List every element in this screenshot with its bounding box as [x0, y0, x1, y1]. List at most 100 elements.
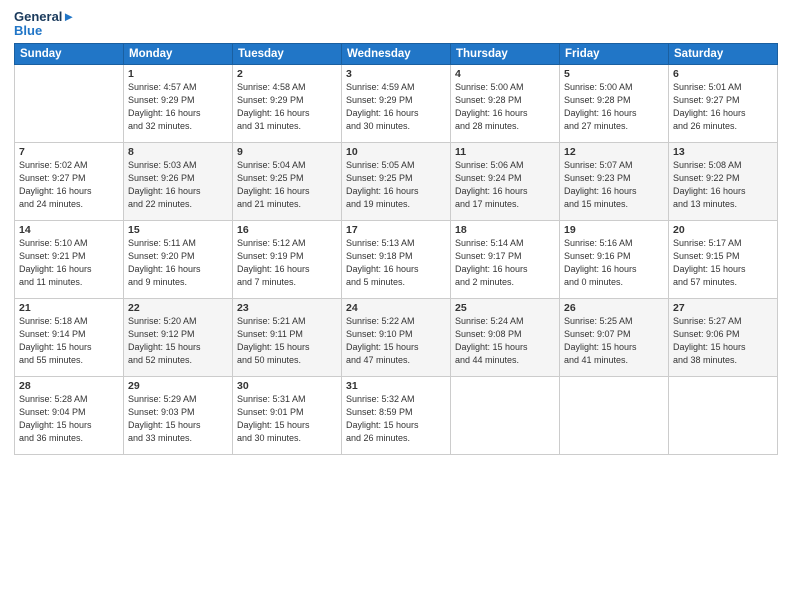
calendar-cell: 28Sunrise: 5:28 AM Sunset: 9:04 PM Dayli…: [15, 376, 124, 454]
calendar-cell: 4Sunrise: 5:00 AM Sunset: 9:28 PM Daylig…: [451, 64, 560, 142]
calendar-cell: 5Sunrise: 5:00 AM Sunset: 9:28 PM Daylig…: [560, 64, 669, 142]
day-info: Sunrise: 5:06 AM Sunset: 9:24 PM Dayligh…: [455, 159, 555, 211]
day-info: Sunrise: 5:14 AM Sunset: 9:17 PM Dayligh…: [455, 237, 555, 289]
day-number: 3: [346, 68, 446, 80]
calendar-cell: 24Sunrise: 5:22 AM Sunset: 9:10 PM Dayli…: [342, 298, 451, 376]
calendar-cell: 23Sunrise: 5:21 AM Sunset: 9:11 PM Dayli…: [233, 298, 342, 376]
day-number: 15: [128, 224, 228, 236]
calendar-cell: 6Sunrise: 5:01 AM Sunset: 9:27 PM Daylig…: [669, 64, 778, 142]
day-info: Sunrise: 5:29 AM Sunset: 9:03 PM Dayligh…: [128, 393, 228, 445]
calendar-cell: 14Sunrise: 5:10 AM Sunset: 9:21 PM Dayli…: [15, 220, 124, 298]
calendar-page: General► Blue SundayMondayTuesdayWednesd…: [0, 0, 792, 612]
calendar-cell: 31Sunrise: 5:32 AM Sunset: 8:59 PM Dayli…: [342, 376, 451, 454]
day-info: Sunrise: 5:05 AM Sunset: 9:25 PM Dayligh…: [346, 159, 446, 211]
calendar-week-5: 28Sunrise: 5:28 AM Sunset: 9:04 PM Dayli…: [15, 376, 778, 454]
day-number: 9: [237, 146, 337, 158]
day-info: Sunrise: 5:17 AM Sunset: 9:15 PM Dayligh…: [673, 237, 773, 289]
calendar-cell: 11Sunrise: 5:06 AM Sunset: 9:24 PM Dayli…: [451, 142, 560, 220]
calendar-cell: 9Sunrise: 5:04 AM Sunset: 9:25 PM Daylig…: [233, 142, 342, 220]
day-number: 2: [237, 68, 337, 80]
day-info: Sunrise: 5:27 AM Sunset: 9:06 PM Dayligh…: [673, 315, 773, 367]
day-number: 4: [455, 68, 555, 80]
day-number: 20: [673, 224, 773, 236]
calendar-cell: 17Sunrise: 5:13 AM Sunset: 9:18 PM Dayli…: [342, 220, 451, 298]
calendar-week-4: 21Sunrise: 5:18 AM Sunset: 9:14 PM Dayli…: [15, 298, 778, 376]
day-number: 13: [673, 146, 773, 158]
day-info: Sunrise: 5:07 AM Sunset: 9:23 PM Dayligh…: [564, 159, 664, 211]
calendar-week-2: 7Sunrise: 5:02 AM Sunset: 9:27 PM Daylig…: [15, 142, 778, 220]
day-info: Sunrise: 4:57 AM Sunset: 9:29 PM Dayligh…: [128, 81, 228, 133]
day-info: Sunrise: 5:22 AM Sunset: 9:10 PM Dayligh…: [346, 315, 446, 367]
day-number: 12: [564, 146, 664, 158]
calendar-header: SundayMondayTuesdayWednesdayThursdayFrid…: [15, 43, 778, 64]
day-number: 8: [128, 146, 228, 158]
calendar-cell: 2Sunrise: 4:58 AM Sunset: 9:29 PM Daylig…: [233, 64, 342, 142]
day-info: Sunrise: 5:28 AM Sunset: 9:04 PM Dayligh…: [19, 393, 119, 445]
calendar-cell: 26Sunrise: 5:25 AM Sunset: 9:07 PM Dayli…: [560, 298, 669, 376]
day-info: Sunrise: 5:02 AM Sunset: 9:27 PM Dayligh…: [19, 159, 119, 211]
day-number: 11: [455, 146, 555, 158]
header-cell-sunday: Sunday: [15, 43, 124, 64]
day-info: Sunrise: 5:03 AM Sunset: 9:26 PM Dayligh…: [128, 159, 228, 211]
day-number: 22: [128, 302, 228, 314]
calendar-cell: 20Sunrise: 5:17 AM Sunset: 9:15 PM Dayli…: [669, 220, 778, 298]
day-number: 30: [237, 380, 337, 392]
day-number: 5: [564, 68, 664, 80]
calendar-cell: 8Sunrise: 5:03 AM Sunset: 9:26 PM Daylig…: [124, 142, 233, 220]
day-number: 24: [346, 302, 446, 314]
calendar-cell: 10Sunrise: 5:05 AM Sunset: 9:25 PM Dayli…: [342, 142, 451, 220]
calendar-cell: [560, 376, 669, 454]
day-number: 1: [128, 68, 228, 80]
calendar-cell: 18Sunrise: 5:14 AM Sunset: 9:17 PM Dayli…: [451, 220, 560, 298]
day-number: 29: [128, 380, 228, 392]
calendar-cell: 16Sunrise: 5:12 AM Sunset: 9:19 PM Dayli…: [233, 220, 342, 298]
day-number: 25: [455, 302, 555, 314]
day-number: 17: [346, 224, 446, 236]
day-number: 16: [237, 224, 337, 236]
day-info: Sunrise: 5:32 AM Sunset: 8:59 PM Dayligh…: [346, 393, 446, 445]
calendar-cell: 13Sunrise: 5:08 AM Sunset: 9:22 PM Dayli…: [669, 142, 778, 220]
calendar-week-1: 1Sunrise: 4:57 AM Sunset: 9:29 PM Daylig…: [15, 64, 778, 142]
day-info: Sunrise: 5:24 AM Sunset: 9:08 PM Dayligh…: [455, 315, 555, 367]
calendar-week-3: 14Sunrise: 5:10 AM Sunset: 9:21 PM Dayli…: [15, 220, 778, 298]
day-number: 26: [564, 302, 664, 314]
day-number: 18: [455, 224, 555, 236]
calendar-cell: 21Sunrise: 5:18 AM Sunset: 9:14 PM Dayli…: [15, 298, 124, 376]
header-cell-friday: Friday: [560, 43, 669, 64]
day-number: 31: [346, 380, 446, 392]
day-number: 27: [673, 302, 773, 314]
day-number: 19: [564, 224, 664, 236]
header-cell-thursday: Thursday: [451, 43, 560, 64]
header-cell-tuesday: Tuesday: [233, 43, 342, 64]
day-info: Sunrise: 5:20 AM Sunset: 9:12 PM Dayligh…: [128, 315, 228, 367]
calendar-cell: 29Sunrise: 5:29 AM Sunset: 9:03 PM Dayli…: [124, 376, 233, 454]
calendar-cell: 27Sunrise: 5:27 AM Sunset: 9:06 PM Dayli…: [669, 298, 778, 376]
header-cell-saturday: Saturday: [669, 43, 778, 64]
day-number: 10: [346, 146, 446, 158]
calendar-cell: 15Sunrise: 5:11 AM Sunset: 9:20 PM Dayli…: [124, 220, 233, 298]
day-info: Sunrise: 5:13 AM Sunset: 9:18 PM Dayligh…: [346, 237, 446, 289]
header-row: SundayMondayTuesdayWednesdayThursdayFrid…: [15, 43, 778, 64]
calendar-cell: 22Sunrise: 5:20 AM Sunset: 9:12 PM Dayli…: [124, 298, 233, 376]
day-info: Sunrise: 5:25 AM Sunset: 9:07 PM Dayligh…: [564, 315, 664, 367]
logo-general: General►: [14, 10, 75, 24]
calendar-cell: [451, 376, 560, 454]
logo-blue: Blue: [14, 24, 75, 38]
header-cell-wednesday: Wednesday: [342, 43, 451, 64]
day-info: Sunrise: 5:12 AM Sunset: 9:19 PM Dayligh…: [237, 237, 337, 289]
calendar-cell: [669, 376, 778, 454]
header: General► Blue: [14, 10, 778, 39]
day-info: Sunrise: 5:08 AM Sunset: 9:22 PM Dayligh…: [673, 159, 773, 211]
header-cell-monday: Monday: [124, 43, 233, 64]
day-info: Sunrise: 5:10 AM Sunset: 9:21 PM Dayligh…: [19, 237, 119, 289]
day-number: 6: [673, 68, 773, 80]
calendar-cell: [15, 64, 124, 142]
day-info: Sunrise: 5:00 AM Sunset: 9:28 PM Dayligh…: [455, 81, 555, 133]
day-number: 14: [19, 224, 119, 236]
day-info: Sunrise: 4:58 AM Sunset: 9:29 PM Dayligh…: [237, 81, 337, 133]
day-info: Sunrise: 5:04 AM Sunset: 9:25 PM Dayligh…: [237, 159, 337, 211]
logo: General► Blue: [14, 10, 75, 39]
day-info: Sunrise: 5:31 AM Sunset: 9:01 PM Dayligh…: [237, 393, 337, 445]
day-number: 21: [19, 302, 119, 314]
calendar-table: SundayMondayTuesdayWednesdayThursdayFrid…: [14, 43, 778, 455]
